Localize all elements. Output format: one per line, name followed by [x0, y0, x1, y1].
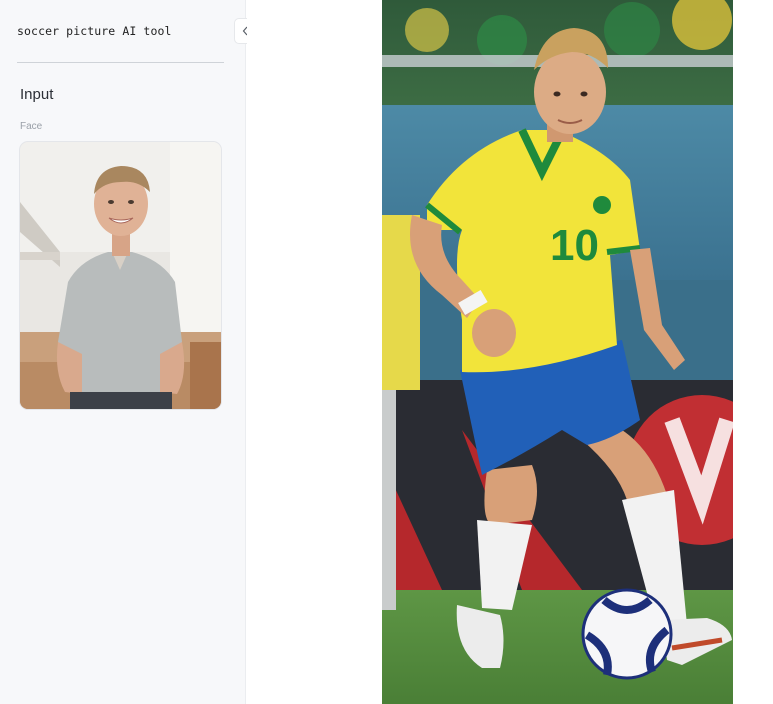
app-title: soccer picture AI tool [17, 24, 172, 38]
app-root: soccer picture AI tool Input Face 10 [0, 0, 773, 704]
soccer-player-photo: 10 [382, 0, 733, 704]
sidebar: soccer picture AI tool Input Face [0, 0, 246, 704]
input-section-title: Input [20, 86, 54, 103]
jersey-number: 10 [550, 221, 599, 270]
sidebar-divider [17, 62, 224, 63]
face-photo [20, 142, 221, 409]
result-image: 10 [382, 0, 733, 704]
face-field-label: Face [20, 121, 43, 132]
face-image-upload[interactable] [20, 142, 221, 409]
